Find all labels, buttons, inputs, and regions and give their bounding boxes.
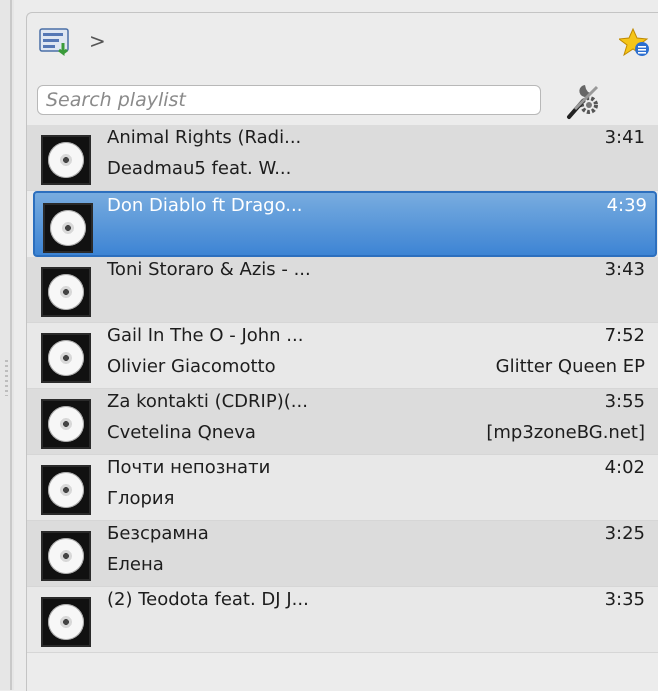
playlist-row[interactable]: Toni Storaro & Azis - ... 3:43 xyxy=(27,257,658,323)
track-title: Почти непознати xyxy=(107,457,271,478)
playlist-icon[interactable] xyxy=(39,27,73,59)
track-duration: 3:55 xyxy=(604,391,645,412)
track-title: Безсрамна xyxy=(107,523,209,544)
track-title: Animal Rights (Radi... xyxy=(107,127,302,148)
track-album: Glitter Queen EP xyxy=(495,356,645,377)
playlist-row[interactable]: (2) Teodota feat. DJ J... 3:35 xyxy=(27,587,658,653)
search-playlist-input[interactable] xyxy=(37,85,541,115)
album-cover-icon xyxy=(41,465,91,515)
cd-disc-icon xyxy=(48,274,84,310)
playlist-list: Animal Rights (Radi... 3:41 Deadmau5 feat.… xyxy=(27,125,658,653)
track-duration: 4:39 xyxy=(606,195,647,216)
track-duration: 7:52 xyxy=(604,325,645,346)
playlist-row[interactable]: Почти непознати 4:02 Глория xyxy=(27,455,658,521)
cd-disc-icon xyxy=(48,604,84,640)
playlist-row[interactable]: Безсрамна 3:25 Елена xyxy=(27,521,658,587)
cd-disc-icon xyxy=(48,472,84,508)
tools-icon[interactable] xyxy=(563,79,607,123)
album-cover-icon xyxy=(43,203,93,253)
track-artist: Cvetelina Qneva xyxy=(107,422,256,443)
track-title: Gail In The O - John ... xyxy=(107,325,304,346)
track-duration: 3:43 xyxy=(604,259,645,280)
track-title: Za kontakti (CDRIP)(... xyxy=(107,391,308,412)
splitter-line xyxy=(10,0,12,690)
breadcrumb-separator[interactable]: > xyxy=(89,29,106,53)
playlist-row-selected[interactable]: Don Diablo ft Drago... 4:39 xyxy=(33,191,657,257)
splitter-grip-icon[interactable] xyxy=(5,360,8,396)
track-album: [mp3zoneBG.net] xyxy=(486,422,645,443)
track-artist: Елена xyxy=(107,554,164,575)
track-artist: Deadmau5 feat. W... xyxy=(107,158,292,179)
track-duration: 3:25 xyxy=(604,523,645,544)
cd-disc-icon xyxy=(48,406,84,442)
track-duration: 3:41 xyxy=(604,127,645,148)
album-cover-icon xyxy=(41,531,91,581)
album-cover-icon xyxy=(41,597,91,647)
cd-disc-icon xyxy=(50,210,86,246)
cd-disc-icon xyxy=(48,538,84,574)
album-cover-icon xyxy=(41,135,91,185)
track-artist: Глория xyxy=(107,488,175,509)
album-cover-icon xyxy=(41,399,91,449)
playlist-panel: > Animal Rights (Radi... 3:41 Deadmau5 fea… xyxy=(26,12,658,691)
cd-disc-icon xyxy=(48,142,84,178)
album-cover-icon xyxy=(41,267,91,317)
track-duration: 3:35 xyxy=(604,589,645,610)
track-title: Toni Storaro & Azis - ... xyxy=(107,259,311,280)
playlist-row[interactable]: Animal Rights (Radi... 3:41 Deadmau5 feat.… xyxy=(27,125,658,191)
playlist-row[interactable]: Za kontakti (CDRIP)(... 3:55 Cvetelina Qne… xyxy=(27,389,658,455)
cd-disc-icon xyxy=(48,340,84,376)
star-favorite-icon[interactable] xyxy=(619,27,651,59)
album-cover-icon xyxy=(41,333,91,383)
track-title: Don Diablo ft Drago... xyxy=(107,195,303,216)
playlist-row[interactable]: Gail In The O - John ... 7:52 Olivier Giac… xyxy=(27,323,658,389)
track-artist: Olivier Giacomotto xyxy=(107,356,276,377)
splitter-handle[interactable] xyxy=(0,0,14,690)
track-duration: 4:02 xyxy=(604,457,645,478)
track-title: (2) Teodota feat. DJ J... xyxy=(107,589,309,610)
playlist-toolbar: > xyxy=(27,13,658,77)
